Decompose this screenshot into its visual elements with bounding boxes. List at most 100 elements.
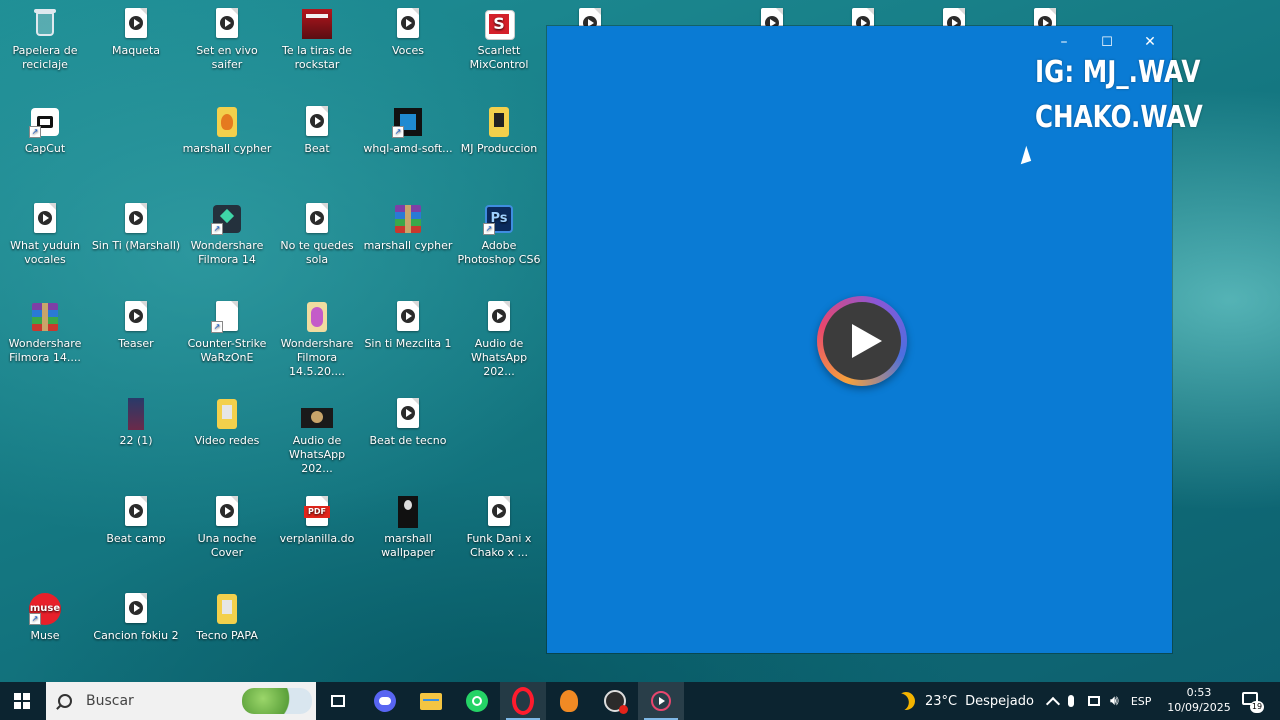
media-file-icon [392,301,424,333]
desktop-file[interactable]: Beat [272,100,362,156]
desktop-image[interactable]: marshall wallpaper [363,490,453,560]
desktop-file[interactable]: Beat de tecno [363,392,453,448]
file-explorer-button[interactable] [408,682,454,720]
desktop-file[interactable]: Funk Dani x Chako x ... [454,490,544,560]
pdf-icon: PDF [301,496,333,528]
desktop-file[interactable]: Maqueta [91,2,181,58]
icon-label: Cancion fokiu 2 [93,629,179,642]
amd-driver-file[interactable]: ↗ whql-amd-soft... [363,100,453,156]
scarlett-shortcut[interactable]: S Scarlett MixControl [454,2,544,72]
icon-label: Audio de WhatsApp 202... [288,434,346,475]
moon-icon [894,689,919,714]
icon-label: Video redes [194,434,260,447]
language-indicator[interactable]: ESP [1131,695,1152,708]
notifications-button[interactable]: 19 [1236,690,1266,713]
chevron-up-icon[interactable] [1045,696,1061,712]
image-thumbnail-icon [120,398,152,430]
desktop-file[interactable]: Sin Ti (Marshall) [91,197,181,253]
desktop-file[interactable]: Voces [363,2,453,58]
image-thumbnail-icon [392,496,424,528]
media-file-icon [483,301,515,333]
media-file-icon [211,496,243,528]
filmora-icon: ↗ [211,203,243,235]
winrar-archive[interactable]: Wondershare Filmora 14.... [0,295,90,365]
task-view-icon [331,695,345,707]
muse-icon: muse ↗ [29,593,61,625]
desktop-file[interactable]: What yuduin vocales [0,197,90,267]
notification-count: 19 [1250,701,1264,713]
winrar-icon [392,203,424,235]
desktop-file[interactable]: Teaser [91,295,181,351]
desktop-file[interactable]: Beat camp [91,490,181,546]
file-explorer-icon [420,692,442,710]
recycle-bin-icon [29,8,61,40]
folder-icon [211,398,243,430]
network-icon[interactable] [1088,696,1100,706]
search-input[interactable]: Buscar [86,693,134,709]
fl-project-icon [211,106,243,138]
desktop-image[interactable]: 22 (1) [91,392,181,448]
maximize-button[interactable]: ☐ [1085,30,1129,54]
weather-widget[interactable]: 23°C Despejado [897,682,1034,720]
icon-label: Wondershare Filmora 14.... [8,337,82,364]
icon-label: CapCut [24,142,66,155]
media-file-icon [211,8,243,40]
obs-button[interactable] [592,682,638,720]
desktop-shortcut[interactable]: ↗ Counter-Strike WaRzOnE [182,295,272,365]
icon-label: marshall cypher [182,142,272,155]
photoshop-icon: Ps ↗ [483,203,515,235]
desktop-file[interactable]: Audio de WhatsApp 202... [454,295,544,379]
muse-shortcut[interactable]: muse ↗ Muse [0,587,90,643]
task-view-button[interactable] [315,682,361,720]
whatsapp-button[interactable] [454,682,500,720]
play-button[interactable] [817,296,907,386]
opera-button[interactable] [500,682,546,720]
icon-label: Te la tiras de rockstar [281,44,353,71]
media-file-icon [120,301,152,333]
taskbar-search[interactable]: Buscar [46,682,316,720]
microphone-icon[interactable] [1068,695,1074,707]
media-file-icon [120,8,152,40]
media-file-icon [301,203,333,235]
minimize-button[interactable]: – [1042,30,1086,54]
icon-label: Wondershare Filmora 14.5.20.... [280,337,354,378]
pdf-file[interactable]: PDF verplanilla.do [272,490,362,546]
whatsapp-icon [466,690,488,712]
icon-label: Funk Dani x Chako x ... [466,532,532,559]
media-player-button[interactable] [638,682,684,720]
clock[interactable]: 0:53 10/09/2025 [1166,685,1232,715]
filmora-shortcut[interactable]: ↗ Wondershare Filmora 14 [182,197,272,267]
start-button[interactable] [0,682,44,720]
desktop-file[interactable]: No te quedes sola [272,197,362,267]
volume-icon[interactable]: 🔊︎ [1110,693,1119,709]
discord-button[interactable] [362,682,408,720]
icon-label: Scarlett MixControl [469,44,529,71]
desktop-folder[interactable]: Video redes [182,392,272,448]
desktop-image[interactable]: Te la tiras de rockstar [272,2,362,72]
winrar-archive[interactable]: marshall cypher [363,197,453,253]
desktop-folder[interactable]: MJ Produccion [454,100,544,156]
fl-project-file[interactable]: marshall cypher [182,100,272,156]
icon-label: Voces [392,44,424,57]
play-icon [823,302,901,380]
icon-label: Beat [304,142,330,155]
weather-temperature: 23°C [925,693,958,709]
desktop-file[interactable]: Una noche Cover [182,490,272,560]
icon-label: Sin Ti (Marshall) [91,239,181,252]
blank-file-icon: ↗ [211,301,243,333]
desktop-file[interactable]: Sin ti Mezclita 1 [363,295,453,351]
media-file-icon [392,398,424,430]
desktop-folder[interactable]: Tecno PAPA [182,587,272,643]
desktop-video[interactable]: Audio de WhatsApp 202... [272,392,362,476]
fl-studio-button[interactable] [546,682,592,720]
desktop-file[interactable]: Cancion fokiu 2 [91,587,181,643]
icon-label: marshall wallpaper [381,532,435,559]
photoshop-shortcut[interactable]: Ps ↗ Adobe Photoshop CS6 [454,197,544,267]
capcut-shortcut[interactable]: ↗ CapCut [0,100,90,156]
recycle-bin-shortcut[interactable]: Papelera de reciclaje [0,2,90,72]
desktop-file[interactable]: Set en vivo saifer [182,2,272,72]
media-file-icon [483,496,515,528]
close-button[interactable]: ✕ [1128,30,1172,54]
watermark-line-2: CHAKO.WAV [1035,100,1203,135]
installer-file[interactable]: Wondershare Filmora 14.5.20.... [272,295,362,379]
